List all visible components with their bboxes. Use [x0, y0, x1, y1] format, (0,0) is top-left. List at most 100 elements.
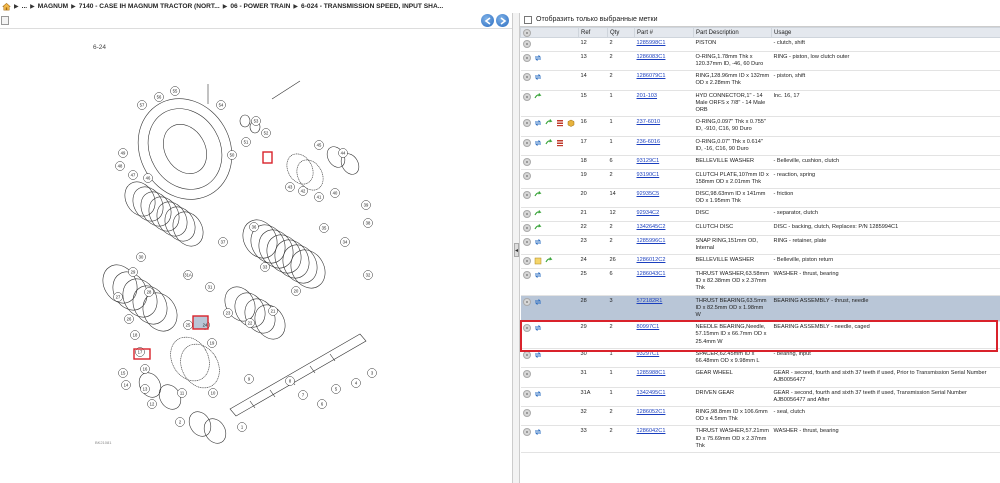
part-number-link[interactable]: 1285988C1: [637, 370, 666, 376]
part-number-link[interactable]: 80997C1: [637, 324, 660, 330]
cell-part-number[interactable]: 1286052C1: [634, 406, 694, 427]
callout-number[interactable]: 10: [211, 391, 216, 396]
callout-number[interactable]: 43: [288, 185, 293, 190]
callout-number[interactable]: 52: [264, 131, 269, 136]
table-row[interactable]: 13 2 1286083C1 O-RING,1.78mm Thk x 120.37mm…: [520, 51, 1000, 72]
green-arrow-icon[interactable]: [544, 119, 553, 127]
callout-number[interactable]: 19: [210, 341, 215, 346]
callout-number[interactable]: 20: [294, 289, 299, 294]
next-page-button[interactable]: [496, 14, 509, 27]
previous-page-button[interactable]: [481, 14, 494, 27]
table-row[interactable]: 21 12 92934C2 DISC - separator, clutch: [520, 207, 1000, 223]
info-circle-icon[interactable]: [522, 138, 531, 147]
column-header-usage[interactable]: Usage: [771, 27, 1000, 38]
info-circle-icon[interactable]: [522, 408, 531, 417]
callout-number[interactable]: 48: [118, 164, 123, 169]
part-number-link[interactable]: 1286052C1: [637, 409, 666, 415]
callout-number[interactable]: 53: [254, 119, 259, 124]
cell-part-number[interactable]: 201-103: [634, 90, 694, 118]
info-circle-icon[interactable]: [522, 428, 531, 437]
callout-number[interactable]: 42: [301, 189, 306, 194]
table-row[interactable]: 14 2 1286079C1 RING,128.96mm ID x 132mm OD …: [520, 70, 1000, 91]
cell-part-number[interactable]: 93297C1: [634, 348, 694, 369]
info-circle-icon[interactable]: [522, 350, 531, 359]
info-circle-icon[interactable]: [522, 92, 531, 101]
cell-part-number[interactable]: 1286042C1: [634, 425, 694, 453]
table-row[interactable]: 24 26 1286012C2 BELLEVILLE WASHER - Bellevil…: [520, 254, 1000, 269]
cell-part-number[interactable]: 236-6016: [634, 136, 694, 156]
callout-number[interactable]: 49: [121, 151, 126, 156]
green-arrow-icon[interactable]: [533, 210, 542, 218]
info-circle-icon[interactable]: [522, 119, 531, 128]
home-icon[interactable]: [2, 2, 11, 11]
flag-icon[interactable]: [556, 119, 564, 127]
part-number-link[interactable]: 1342495C1: [637, 390, 666, 396]
table-row[interactable]: 22 2 1342645C2 CLUTCH DISC DISC - backing, c…: [520, 221, 1000, 236]
info-circle-icon[interactable]: [522, 370, 531, 379]
expand-panel-icon[interactable]: [1, 16, 9, 25]
cell-part-number[interactable]: 1286083C1: [634, 51, 694, 72]
cell-part-number[interactable]: 93190C1: [634, 169, 694, 190]
table-row[interactable]: 15 1 201-103 HYD CONNECTOR,1" - 14 Male ORF…: [520, 90, 1000, 118]
callout-number[interactable]: 47: [131, 173, 136, 178]
callout-number[interactable]: 39: [364, 203, 369, 208]
cross-reference-icon[interactable]: [534, 298, 542, 306]
cross-reference-icon[interactable]: [534, 351, 542, 359]
cross-reference-icon[interactable]: [534, 54, 542, 62]
package-icon[interactable]: [567, 119, 575, 127]
callout-number[interactable]: 33: [263, 265, 268, 270]
green-arrow-icon[interactable]: [544, 138, 553, 147]
info-circle-icon[interactable]: [522, 257, 531, 266]
callout-highlight[interactable]: [262, 151, 273, 164]
cross-reference-icon[interactable]: [534, 324, 542, 332]
part-number-link[interactable]: 93190C1: [637, 172, 660, 178]
callout-number[interactable]: 15: [121, 371, 126, 376]
info-circle-icon[interactable]: [522, 40, 531, 48]
part-number-link[interactable]: 236-6016: [637, 139, 661, 145]
info-circle-icon[interactable]: [522, 210, 531, 219]
callout-number[interactable]: 32: [366, 273, 371, 278]
column-header-description[interactable]: Part Description: [693, 27, 772, 38]
table-row[interactable]: 17 1 236-6016 O-RING,0.07" Thk x 0.614" ID,…: [520, 136, 1000, 156]
callout-number[interactable]: 44: [341, 151, 346, 156]
part-number-link[interactable]: 93129C1: [637, 158, 660, 164]
callout-number[interactable]: 50: [230, 153, 235, 158]
callout-number[interactable]: 37: [221, 240, 226, 245]
green-arrow-icon[interactable]: [544, 257, 553, 265]
info-circle-icon[interactable]: [522, 191, 531, 200]
table-row[interactable]: 31 1 1285988C1 GEAR WHEEL GEAR - second, fou…: [520, 367, 1000, 388]
cell-part-number[interactable]: 237-6010: [634, 116, 694, 137]
callout-number[interactable]: 14: [124, 383, 129, 388]
column-header-ref[interactable]: Ref: [578, 27, 608, 38]
callout-number[interactable]: 36: [252, 225, 257, 230]
cell-part-number[interactable]: 1285996C1: [634, 235, 694, 256]
callout-number[interactable]: 22: [248, 321, 253, 326]
callout-number[interactable]: 30: [139, 255, 144, 260]
table-row[interactable]: 28 3 572182R1 THRUST BEARING,63.5mm ID x 82…: [520, 295, 1000, 323]
part-number-link[interactable]: 1286042C1: [637, 428, 666, 434]
cell-part-number[interactable]: 93129C1: [634, 155, 694, 170]
part-number-link[interactable]: 92934C2: [637, 210, 660, 216]
info-circle-icon[interactable]: [522, 73, 531, 82]
breadcrumb-item[interactable]: ...: [22, 3, 28, 10]
callout-number[interactable]: 34: [343, 240, 348, 245]
cross-reference-icon[interactable]: [534, 139, 542, 147]
info-circle-icon[interactable]: [522, 157, 531, 166]
note-icon[interactable]: [534, 257, 542, 265]
pane-splitter[interactable]: ◂: [512, 13, 520, 483]
exploded-parts-diagram[interactable]: 57 56 55 54 53 52 51 50 49 48 47 46 45 44 43 42 41 40 39 38…: [0, 29, 512, 483]
callout-number[interactable]: 46: [146, 176, 151, 181]
cell-part-number[interactable]: 1342495C1: [634, 387, 694, 407]
info-circle-icon[interactable]: [522, 297, 531, 306]
callout-number[interactable]: 56: [157, 95, 162, 100]
column-header-part[interactable]: Part #: [634, 27, 694, 38]
info-circle-icon[interactable]: [522, 270, 531, 279]
callout-number[interactable]: 18: [133, 333, 138, 338]
callout-number[interactable]: 23: [226, 311, 231, 316]
part-number-link[interactable]: 1285996C1: [637, 238, 666, 244]
callout-number[interactable]: 24: [203, 323, 208, 328]
table-row[interactable]: 19 2 93190C1 CLUTCH PLATE,107mm ID x 158mm …: [520, 169, 1000, 190]
cell-part-number[interactable]: 80997C1: [634, 321, 694, 349]
callout-number[interactable]: 55: [173, 89, 178, 94]
collapse-handle[interactable]: ◂: [514, 243, 519, 257]
